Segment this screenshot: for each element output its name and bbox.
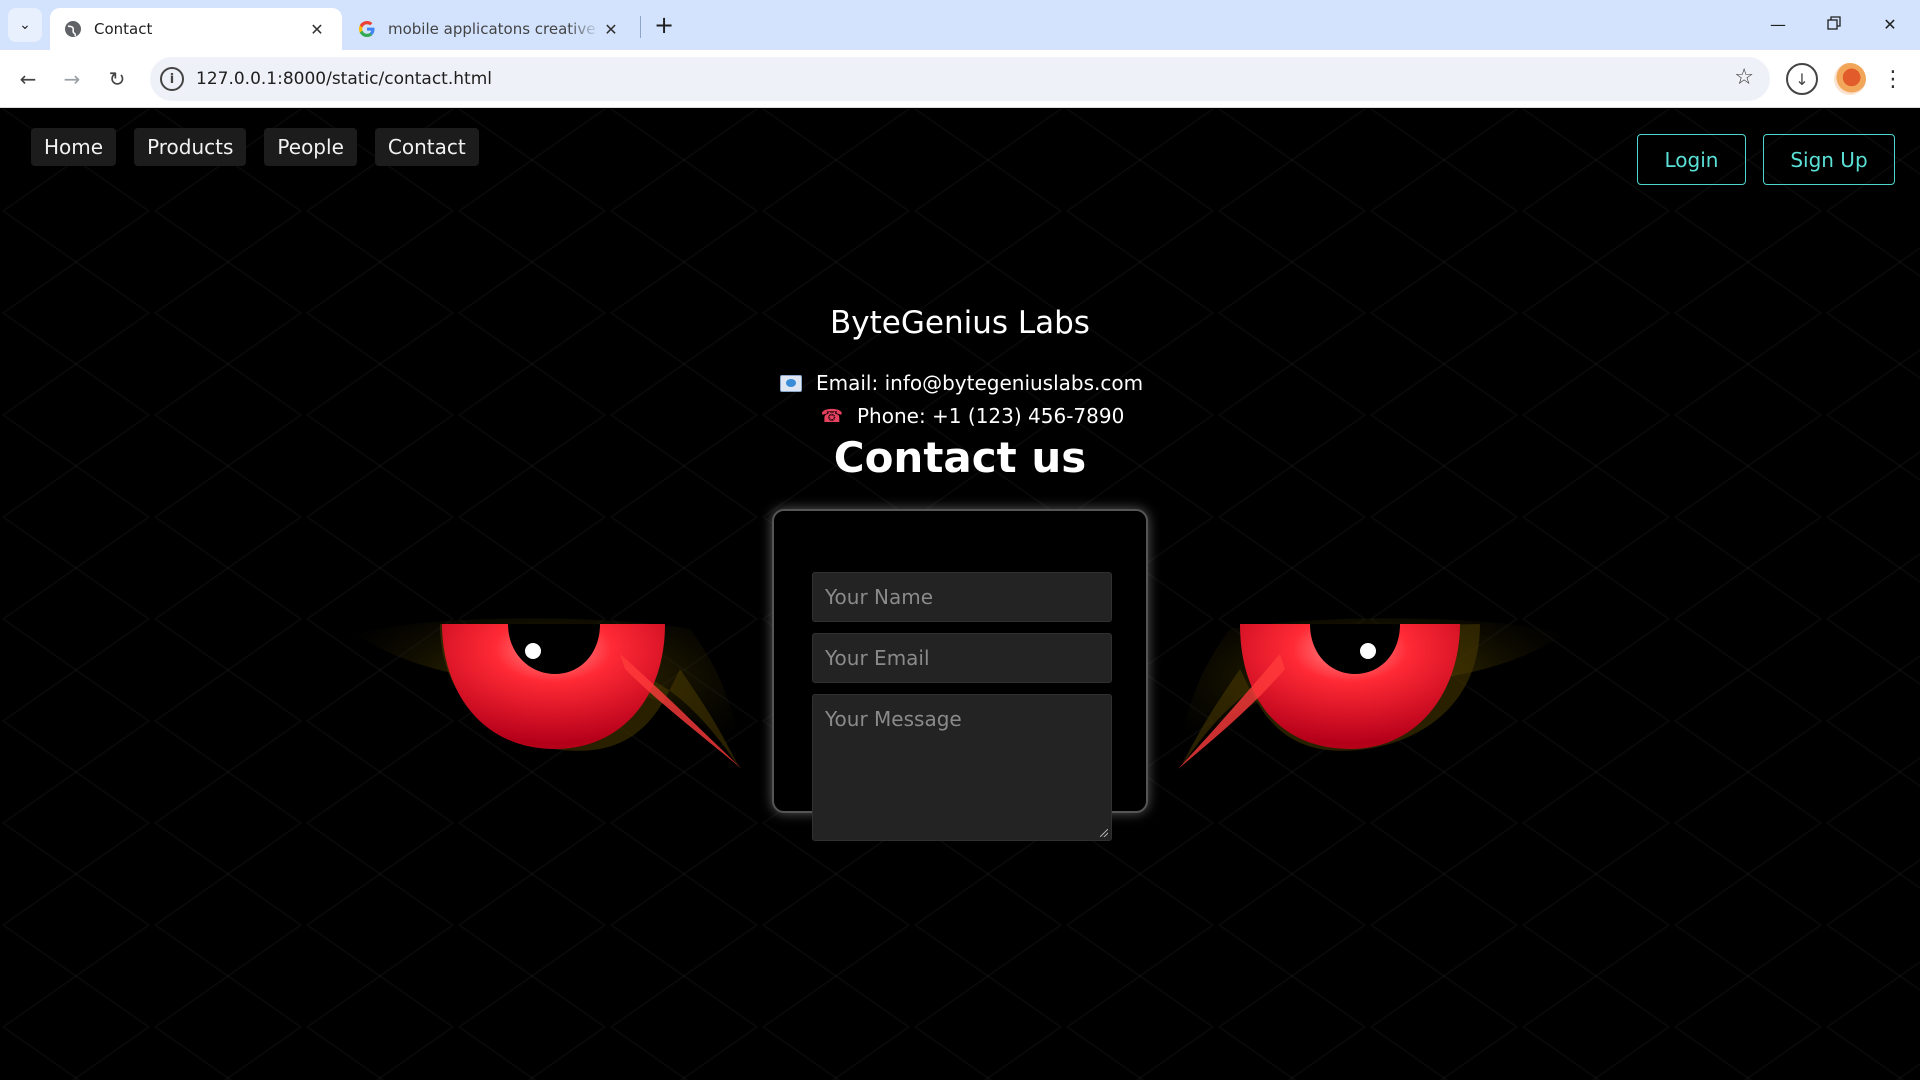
- main-nav: Home Products People Contact: [31, 128, 479, 166]
- phone-line: ☎ Phone: +1 (123) 456-7890: [820, 404, 1125, 428]
- chevron-down-icon: ⌄: [19, 17, 31, 33]
- message-placeholder: Your Message: [825, 707, 962, 731]
- google-icon: [358, 20, 376, 38]
- tab-contact[interactable]: Contact ✕: [50, 8, 342, 50]
- tab-divider: [640, 16, 641, 38]
- tab-search-button[interactable]: ⌄: [8, 8, 42, 42]
- bookmark-star-icon[interactable]: ☆: [1734, 65, 1754, 90]
- reload-button[interactable]: ↻: [99, 61, 135, 97]
- email-line: Email: info@bytegeniuslabs.com: [780, 371, 1143, 395]
- back-button[interactable]: ←: [10, 61, 46, 97]
- plus-icon: +: [653, 11, 675, 39]
- profile-avatar[interactable]: [1834, 63, 1866, 95]
- phone-icon: ☎: [820, 405, 844, 427]
- minimize-button[interactable]: —: [1750, 0, 1806, 48]
- email-input[interactable]: Your Email: [812, 633, 1112, 683]
- close-icon: ✕: [1883, 14, 1897, 34]
- email-text: Email: info@bytegeniuslabs.com: [816, 371, 1144, 395]
- company-name: ByteGenius Labs: [830, 305, 1090, 341]
- page-title: Contact us: [833, 433, 1087, 482]
- phone-text: Phone: +1 (123) 456-7890: [857, 404, 1125, 428]
- right-eye: [1175, 618, 1565, 769]
- forward-button[interactable]: →: [54, 61, 90, 97]
- new-tab-button[interactable]: +: [648, 9, 680, 41]
- nav-products[interactable]: Products: [134, 128, 247, 166]
- login-button[interactable]: Login: [1637, 134, 1746, 185]
- arrow-right-icon: →: [63, 67, 81, 91]
- site-info-icon[interactable]: i: [160, 67, 184, 91]
- globe-icon: [64, 20, 82, 38]
- nav-people[interactable]: People: [264, 128, 357, 166]
- window-close-button[interactable]: ✕: [1862, 0, 1918, 48]
- resize-handle[interactable]: [1100, 829, 1108, 837]
- arrow-left-icon: ←: [19, 67, 37, 91]
- browser-toolbar: ← → ↻ i 127.0.0.1:8000/static/contact.ht…: [0, 50, 1920, 108]
- more-vert-icon: ⋮: [1882, 66, 1904, 92]
- email-icon: [780, 374, 802, 392]
- tab-google-search[interactable]: mobile applicatons creative design ✕: [344, 8, 636, 50]
- nav-home[interactable]: Home: [31, 128, 117, 166]
- browser-menu-button[interactable]: ⋮: [1878, 62, 1908, 96]
- minimize-icon: —: [1770, 14, 1786, 34]
- page-viewport: Home Products People Contact Login Sign …: [0, 109, 1920, 1080]
- address-bar[interactable]: i 127.0.0.1:8000/static/contact.html ☆: [150, 57, 1770, 101]
- restore-icon: [1827, 15, 1841, 34]
- close-icon[interactable]: ✕: [306, 18, 328, 40]
- download-icon: ↓: [1795, 69, 1809, 89]
- browser-tab-strip: ⌄ Contact ✕ mobile applicatons creative …: [0, 0, 1920, 50]
- signup-button[interactable]: Sign Up: [1763, 134, 1895, 185]
- reload-icon: ↻: [108, 67, 126, 91]
- download-button[interactable]: ↓: [1786, 63, 1818, 95]
- close-icon[interactable]: ✕: [600, 18, 622, 40]
- contact-form: Your Name Your Email Your Message: [772, 509, 1148, 841]
- restore-button[interactable]: [1806, 0, 1862, 48]
- tab-title: mobile applicatons creative design: [388, 20, 600, 38]
- nav-contact[interactable]: Contact: [374, 128, 479, 166]
- left-eye: [355, 618, 745, 769]
- tab-title: Contact: [94, 20, 153, 38]
- url-text[interactable]: 127.0.0.1:8000/static/contact.html: [196, 69, 492, 89]
- message-textarea[interactable]: Your Message: [812, 694, 1112, 841]
- name-input[interactable]: Your Name: [812, 572, 1112, 622]
